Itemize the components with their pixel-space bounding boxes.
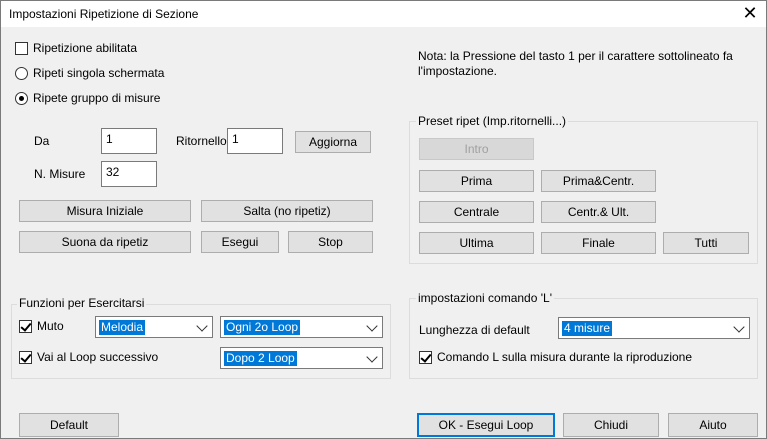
help-button[interactable]: Aiuto — [668, 413, 758, 437]
default-length-label: Lunghezza di default — [419, 323, 530, 337]
preset-last-button[interactable]: Ultima — [419, 232, 534, 254]
from-input[interactable]: 1 — [101, 128, 157, 154]
single-screen-label: Ripeti singola schermata — [33, 66, 165, 80]
close-button[interactable]: Chiudi — [563, 413, 659, 437]
update-button[interactable]: Aggiorna — [295, 131, 371, 153]
note-line-2: l'impostazione. — [418, 64, 497, 78]
ok-run-loop-button[interactable]: OK - Esegui Loop — [417, 413, 555, 437]
close-icon[interactable]: ✕ — [742, 3, 758, 23]
mute-label: Muto — [37, 319, 64, 333]
window-title: Impostazioni Ripetizione di Sezione — [9, 7, 199, 21]
measures-count-label: N. Misure — [34, 167, 86, 181]
next-loop-select[interactable]: Dopo 2 Loop — [220, 347, 383, 369]
repeat-enabled-label: Ripetizione abilitata — [33, 41, 138, 55]
chevron-down-icon — [366, 351, 378, 363]
skip-no-repeat-button[interactable]: Salta (no ripetiz) — [201, 200, 373, 222]
chevron-down-icon — [733, 321, 745, 333]
practice-legend: Funzioni per Esercitarsi — [17, 296, 147, 310]
start-measure-button[interactable]: Misura Iniziale — [19, 200, 191, 222]
preset-intro-button[interactable]: Intro — [419, 138, 534, 160]
single-screen-radio[interactable] — [15, 67, 28, 80]
note-line-1: Nota: la Pressione del tasto 1 per il ca… — [418, 49, 733, 63]
measures-count-input[interactable]: 32 — [101, 161, 157, 187]
repeat-enabled-checkbox[interactable] — [15, 42, 28, 55]
preset-center-last-button[interactable]: Centr.& Ult. — [541, 201, 656, 223]
play-from-repeat-button[interactable]: Suona da ripetiz — [19, 231, 191, 253]
l-during-play-label: Comando L sulla misura durante la riprod… — [437, 350, 693, 364]
mute-frequency-value: Ogni 2o Loop — [224, 320, 301, 335]
default-length-value: 4 misure — [562, 321, 613, 336]
chevron-down-icon — [366, 320, 378, 332]
preset-final-button[interactable]: Finale — [541, 232, 656, 254]
preset-center-button[interactable]: Centrale — [419, 201, 534, 223]
mute-track-select[interactable]: Melodia — [95, 316, 213, 338]
refrain-input[interactable]: 1 — [227, 128, 283, 154]
preset-all-button[interactable]: Tutti — [663, 232, 749, 254]
from-label: Da — [34, 134, 50, 148]
l-during-play-checkbox[interactable] — [419, 351, 432, 364]
next-loop-value: Dopo 2 Loop — [224, 351, 297, 366]
preset-first-button[interactable]: Prima — [419, 170, 534, 192]
next-loop-label: Vai al Loop successivo — [37, 350, 159, 364]
dialog-window: Impostazioni Ripetizione di Sezione ✕ Ri… — [0, 0, 767, 439]
refrain-label: Ritornello — [176, 134, 227, 148]
preset-first-center-button[interactable]: Prima&Centr. — [541, 170, 656, 192]
stop-button[interactable]: Stop — [288, 231, 373, 253]
mute-frequency-select[interactable]: Ogni 2o Loop — [220, 316, 383, 338]
preset-legend: Preset ripet (Imp.ritornelli...) — [416, 114, 569, 128]
mute-track-value: Melodia — [99, 320, 146, 335]
chevron-down-icon — [196, 320, 208, 332]
default-button[interactable]: Default — [19, 413, 119, 437]
title-bar: Impostazioni Ripetizione di Sezione ✕ — [1, 1, 766, 27]
default-length-select[interactable]: 4 misure — [558, 317, 750, 339]
next-loop-checkbox[interactable] — [19, 351, 32, 364]
measure-group-radio[interactable] — [15, 92, 28, 105]
measure-group-label: Ripete gruppo di misure — [33, 91, 161, 105]
l-command-legend: impostazioni comando 'L' — [416, 291, 554, 305]
run-button[interactable]: Esegui — [201, 231, 279, 253]
mute-checkbox[interactable] — [19, 320, 32, 333]
